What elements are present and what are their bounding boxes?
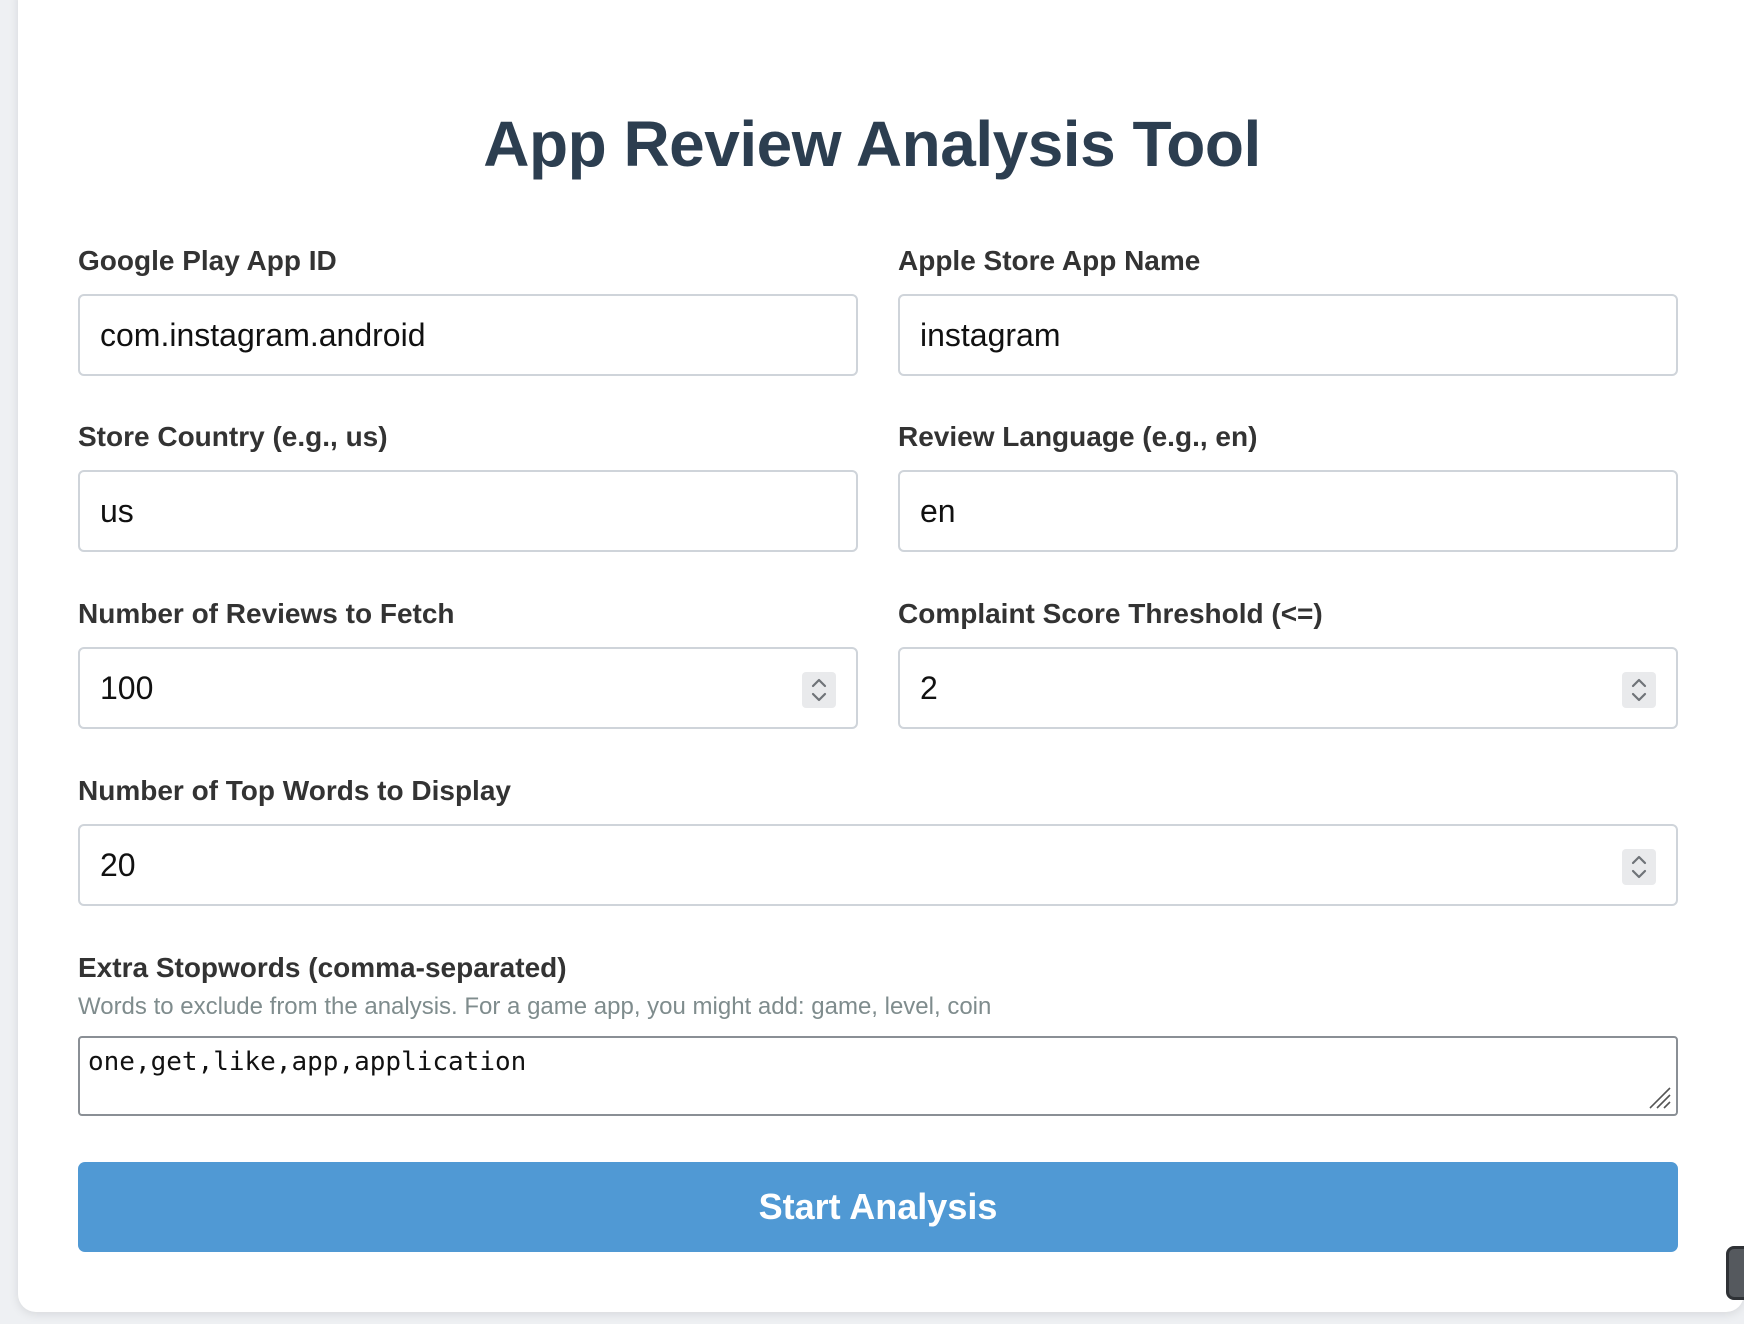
- num-reviews-stepper[interactable]: [802, 672, 836, 708]
- store-country-group: Store Country (e.g., us) us: [78, 420, 858, 552]
- top-words-group: Number of Top Words to Display 20: [78, 774, 1678, 906]
- store-country-value: us: [100, 492, 134, 529]
- num-reviews-input[interactable]: 100: [78, 647, 858, 729]
- stepper-arrows-icon: [1631, 855, 1647, 879]
- review-language-input[interactable]: en: [898, 470, 1678, 552]
- stepper-arrows-icon: [811, 678, 827, 702]
- num-reviews-label: Number of Reviews to Fetch: [78, 598, 455, 629]
- google-play-app-id-label: Google Play App ID: [78, 245, 337, 276]
- num-reviews-group: Number of Reviews to Fetch 100: [78, 597, 858, 729]
- page-title: App Review Analysis Tool: [483, 108, 1261, 180]
- extra-stopwords-textarea[interactable]: one,get,like,app,application: [78, 1036, 1678, 1116]
- extra-stopwords-value: one,get,like,app,application: [88, 1047, 527, 1077]
- complaint-threshold-stepper[interactable]: [1622, 672, 1656, 708]
- google-play-app-id-value: com.instagram.android: [100, 316, 426, 353]
- apple-store-app-name-input[interactable]: instagram: [898, 294, 1678, 376]
- review-language-value: en: [920, 492, 956, 529]
- start-analysis-button[interactable]: Start Analysis: [78, 1162, 1678, 1252]
- store-country-input[interactable]: us: [78, 470, 858, 552]
- top-words-value: 20: [100, 846, 136, 883]
- apple-store-app-name-group: Apple Store App Name instagram: [898, 244, 1678, 376]
- resize-handle-icon[interactable]: [1646, 1084, 1672, 1110]
- complaint-threshold-group: Complaint Score Threshold (<=) 2: [898, 597, 1678, 729]
- top-words-label: Number of Top Words to Display: [78, 775, 511, 806]
- top-words-stepper[interactable]: [1622, 849, 1656, 885]
- stepper-arrows-icon: [1631, 678, 1647, 702]
- review-language-group: Review Language (e.g., en) en: [898, 420, 1678, 552]
- extra-stopwords-group: Extra Stopwords (comma-separated) Words …: [78, 951, 1678, 1116]
- top-words-input[interactable]: 20: [78, 824, 1678, 906]
- extra-stopwords-hint: Words to exclude from the analysis. For …: [78, 993, 992, 1020]
- scroll-tab[interactable]: [1726, 1246, 1744, 1300]
- google-play-app-id-input[interactable]: com.instagram.android: [78, 294, 858, 376]
- google-play-app-id-group: Google Play App ID com.instagram.android: [78, 244, 858, 376]
- start-analysis-label: Start Analysis: [758, 1186, 998, 1227]
- apple-store-app-name-value: instagram: [920, 316, 1061, 353]
- apple-store-app-name-label: Apple Store App Name: [898, 245, 1201, 276]
- complaint-threshold-label: Complaint Score Threshold (<=): [898, 598, 1323, 629]
- store-country-label: Store Country (e.g., us): [78, 421, 388, 452]
- complaint-threshold-input[interactable]: 2: [898, 647, 1678, 729]
- num-reviews-value: 100: [100, 669, 154, 706]
- extra-stopwords-label: Extra Stopwords (comma-separated): [78, 952, 567, 983]
- complaint-threshold-value: 2: [920, 669, 938, 706]
- review-language-label: Review Language (e.g., en): [898, 421, 1258, 452]
